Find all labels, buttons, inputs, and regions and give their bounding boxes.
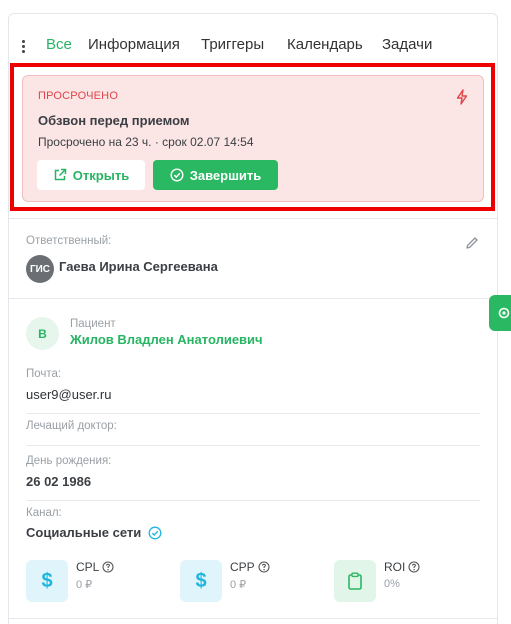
tab-triggers[interactable]: Триггеры [201,36,264,53]
tab-info[interactable]: Информация [88,36,180,53]
edit-pencil-icon[interactable] [464,235,480,251]
channel-label: Канал: [26,507,62,519]
divider [9,218,497,219]
divider [27,500,480,501]
patient-label: Пациент [70,318,116,330]
responsible-name: Гаева Ирина Сергеевана [59,259,218,274]
tab-tasks[interactable]: Задачи [382,36,432,53]
divider [9,618,497,619]
responsible-avatar: ГИС [26,255,54,283]
metric-value: 0 ₽ [76,579,93,591]
metric-value: 0% [384,578,400,590]
responsible-label: Ответственный: [26,235,112,247]
email-label: Почта: [26,368,62,380]
doctor-label: Лечащий доктор: [26,420,117,432]
patient-name-link[interactable]: Жилов Владлен Анатолиевич [70,332,263,347]
divider [9,298,497,299]
metric-name: ROI [384,560,406,574]
highlight-frame [10,63,495,211]
dollar-icon: $ [26,560,68,602]
email-value: user9@user.ru [26,387,112,402]
divider [27,445,480,446]
patient-avatar: В [26,317,59,350]
clipboard-icon [334,560,376,602]
gear-icon [498,307,510,319]
metric-cpp: CPP [230,560,270,574]
divider [27,413,480,414]
birthday-label: День рождения: [26,455,112,467]
metric-name: CPP [230,560,255,574]
metric-value: 0 ₽ [230,579,247,591]
metric-name: CPL [76,560,100,574]
kebab-menu-icon[interactable] [20,40,26,54]
metric-cpl: CPL [76,560,114,574]
help-icon[interactable] [102,561,114,573]
dollar-icon: $ [180,560,222,602]
tab-all[interactable]: Все [46,36,72,53]
verified-check-icon [148,526,162,540]
metric-roi: ROI [384,560,420,574]
help-icon[interactable] [408,561,420,573]
tab-bar: Все Информация Триггеры Календарь Задачи [9,14,497,62]
help-icon[interactable] [258,561,270,573]
tab-calendar[interactable]: Календарь [287,36,363,53]
channel-value: Социальные сети [26,525,142,540]
birthday-value: 26 02 1986 [26,474,92,489]
settings-side-tab[interactable] [489,295,511,331]
